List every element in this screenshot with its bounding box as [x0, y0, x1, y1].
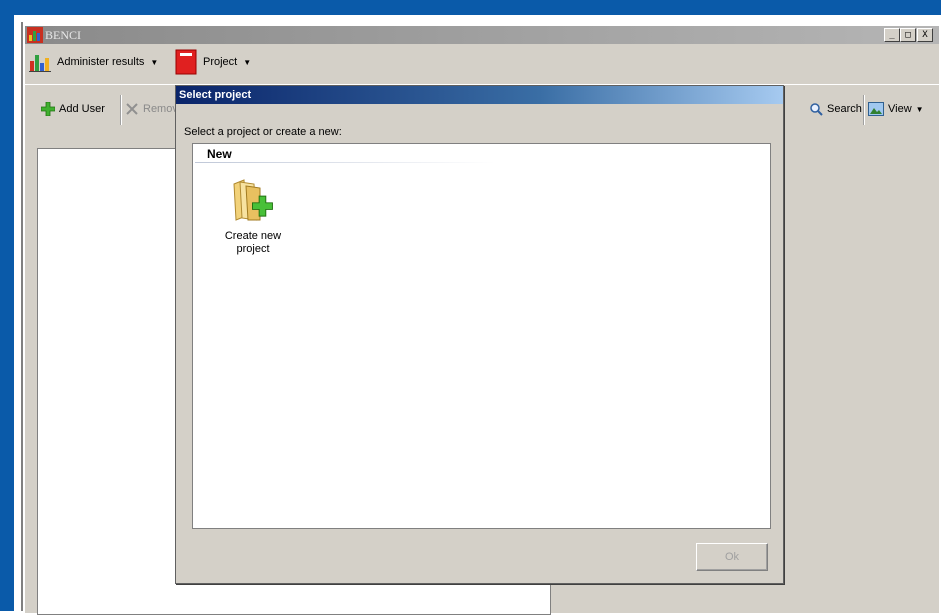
- folder-add-icon: [233, 179, 273, 221]
- project-list[interactable]: New Create new project: [192, 143, 771, 529]
- dialog-prompt: Select a project or create a new:: [184, 126, 342, 138]
- search-button[interactable]: Search: [809, 99, 862, 119]
- window-title: BENCI: [45, 28, 81, 42]
- create-new-project-item[interactable]: Create new project: [213, 176, 293, 256]
- create-new-project-label: Create new project: [213, 230, 293, 256]
- item-label-line: Create new: [224, 230, 282, 242]
- search-label: Search: [827, 103, 862, 115]
- add-user-button[interactable]: Add User: [41, 99, 105, 119]
- chevron-down-icon: ▼: [150, 57, 159, 67]
- project-label: Project: [203, 56, 238, 68]
- desktop-frame-top: [0, 0, 941, 15]
- picture-icon: [868, 102, 884, 116]
- toolbar-separator: [863, 95, 865, 125]
- chevron-down-icon: ▼: [915, 104, 924, 114]
- add-user-label: Add User: [59, 103, 105, 115]
- bar-chart-icon: [29, 55, 51, 72]
- administer-results-label: Administer results: [57, 56, 145, 68]
- app-chart-icon: [27, 27, 43, 43]
- item-label-line: project: [236, 243, 270, 255]
- green-plus-icon: [41, 102, 55, 116]
- red-book-icon: [175, 49, 197, 75]
- administer-results-menu[interactable]: Administer results ▼: [29, 48, 158, 76]
- select-project-dialog: Select project Select a project or creat…: [175, 85, 784, 584]
- view-button[interactable]: View ▼: [868, 99, 924, 119]
- group-divider: [195, 162, 495, 163]
- project-menu[interactable]: Project ▼: [175, 48, 251, 76]
- gray-x-icon: [126, 103, 138, 115]
- magnifier-icon: [810, 103, 823, 116]
- ok-button[interactable]: Ok: [696, 543, 768, 571]
- dialog-title[interactable]: Select project: [176, 86, 783, 104]
- minimize-button[interactable]: _: [884, 28, 900, 42]
- maximize-button[interactable]: □: [900, 28, 916, 42]
- window-titlebar[interactable]: BENCI _ □ X: [25, 26, 939, 44]
- menu-bar: Administer results ▼ Project ▼: [25, 48, 939, 76]
- desktop-frame-left: [0, 0, 14, 611]
- chevron-down-icon: ▼: [243, 57, 252, 67]
- view-label: View: [888, 103, 912, 115]
- close-button[interactable]: X: [917, 28, 933, 42]
- group-header-new: New: [207, 147, 232, 161]
- toolbar-separator: [120, 95, 122, 125]
